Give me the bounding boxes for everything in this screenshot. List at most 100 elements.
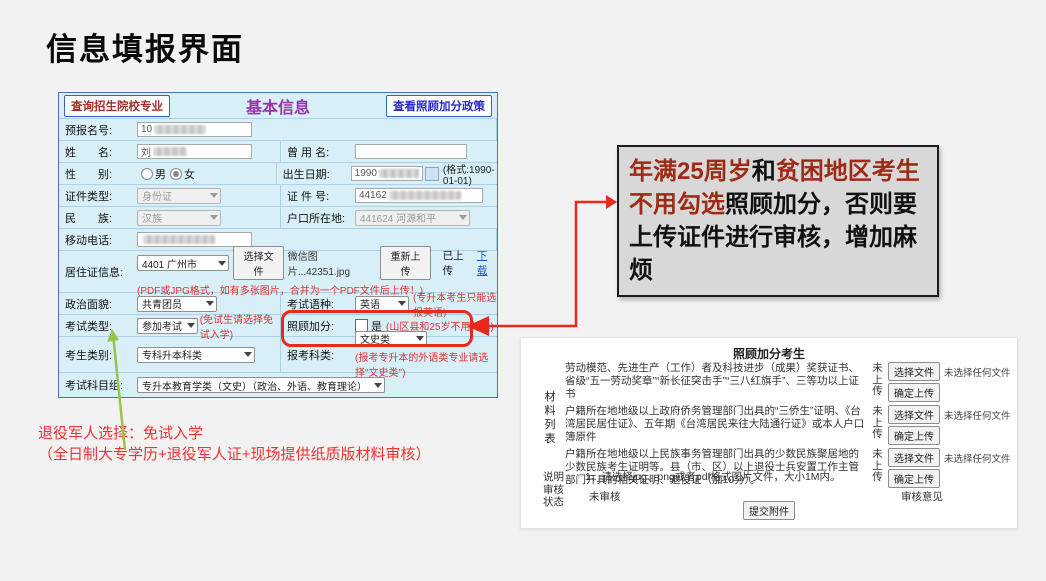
upload-status: 未上传 xyxy=(871,449,884,488)
upload-status: 未上传 xyxy=(871,406,884,445)
idtype-label: 证件类型: xyxy=(65,188,137,204)
examtype-hint: (免试生请选择免试入学) xyxy=(200,311,280,341)
idno-input[interactable]: 44162 xyxy=(355,188,483,203)
residence-city-select[interactable]: 4401 广州市 xyxy=(137,255,229,271)
idtype-select[interactable]: 身份证 xyxy=(137,188,221,204)
gender-label: 性 别: xyxy=(65,166,137,182)
subjectgroup-select[interactable]: 专升本教育学类（文史）（政治、外语、教育理论） xyxy=(137,377,385,393)
chevron-down-icon xyxy=(374,383,382,388)
panel-title: 照顾加分考生 xyxy=(521,345,1017,362)
material-list-label: 材料列表 xyxy=(543,390,557,446)
chevron-down-icon xyxy=(218,261,226,266)
callout-box: 年满25周岁和贫困地区考生不用勾选照顾加分，否则要上传证件进行审核，增加麻烦 xyxy=(617,145,939,297)
row-idtype-idno: 证件类型: 身份证 证 件 号: 44162 xyxy=(59,185,497,207)
upload-status: 未上传 xyxy=(871,363,884,402)
subjectgroup-label: 考试科目组: xyxy=(65,377,137,393)
idno-label: 证 件 号: xyxy=(287,188,355,204)
choose-file-button[interactable]: 选择文件 xyxy=(888,448,940,467)
panel-note-row: 说明 1、请选择jpg、png或者pdf格式图片文件，大小1M内。 xyxy=(543,469,841,484)
radio-male-label: 男 xyxy=(155,166,166,182)
residence-label: 居住证信息: xyxy=(65,264,137,280)
note-label: 说明 xyxy=(543,469,569,484)
radio-female-label: 女 xyxy=(184,166,195,182)
masked-value xyxy=(153,147,187,156)
phone-input[interactable] xyxy=(137,232,252,247)
basic-info-form: 基本信息 查询招生院校专业 查看照顾加分政策 预报名号: 10 姓 名: 刘 曾… xyxy=(58,92,498,398)
chevron-down-icon xyxy=(187,323,195,328)
former-name-input[interactable] xyxy=(355,144,467,159)
preid-label: 预报名号: xyxy=(65,122,137,138)
examtype-label: 考试类型: xyxy=(65,318,137,334)
bonus-highlight-circle xyxy=(281,310,473,347)
chevron-down-icon xyxy=(398,301,406,306)
ethnic-select[interactable]: 汉族 xyxy=(137,210,221,226)
radio-female[interactable] xyxy=(170,168,182,180)
view-bonus-policy-button[interactable]: 查看照顾加分政策 xyxy=(386,95,492,117)
veteran-note: 退役军人选择：免试入学 （全日制大专学历+退役军人证+现场提供纸质版材料审核） xyxy=(38,423,431,465)
confirm-upload-button[interactable]: 确定上传 xyxy=(888,469,940,488)
political-label: 政治面貌: xyxy=(65,296,137,312)
submit-attachment-button[interactable]: 提交附件 xyxy=(743,501,795,520)
residence-filename: 微信图片...42351.jpg xyxy=(288,248,377,278)
note-text: 1、请选择jpg、png或者pdf格式图片文件，大小1M内。 xyxy=(585,469,841,484)
choose-file-button[interactable]: 选择文件 xyxy=(233,246,283,280)
chevron-down-icon xyxy=(459,215,467,220)
material-item: 户籍所在地地级以上政府侨务管理部门出具的“三侨生”证明、《台湾居民居住证》、五年… xyxy=(565,405,1011,445)
birth-label: 出生日期: xyxy=(283,166,351,182)
bonus-candidate-panel: 照顾加分考生 材料列表 劳动模范、先进生产（工作）者及科技进步（成果）奖获证书、… xyxy=(520,337,1018,529)
examtype-select[interactable]: 参加考试 xyxy=(137,318,198,334)
masked-value xyxy=(154,125,206,134)
preid-input[interactable]: 10 xyxy=(137,122,252,137)
no-file-text: 未选择任何文件 xyxy=(944,451,1011,465)
row-ethnic-hukou: 民 族: 汉族 户口所在地: 441624 河源和平 xyxy=(59,207,497,229)
confirm-upload-button[interactable]: 确定上传 xyxy=(888,383,940,402)
hukou-select[interactable]: 441624 河源和平 xyxy=(355,210,470,226)
ethnic-label: 民 族: xyxy=(65,210,137,226)
row-preid: 预报名号: 10 xyxy=(59,119,497,141)
chevron-down-icon xyxy=(210,193,218,198)
political-select[interactable]: 共青团员 xyxy=(137,296,217,312)
chevron-down-icon xyxy=(244,352,252,357)
material-text: 劳动模范、先进生产（工作）者及科技进步（成果）奖获证书、省级“五一劳动奖章”“新… xyxy=(565,362,865,402)
no-file-text: 未选择任何文件 xyxy=(944,408,1011,422)
former-name-label: 曾 用 名: xyxy=(287,144,355,160)
callout-text: 和 xyxy=(752,158,776,185)
veteran-note-line2: （全日制大专学历+退役军人证+现场提供纸质版材料审核） xyxy=(38,444,431,465)
masked-value xyxy=(389,191,461,200)
reupload-button[interactable]: 重新上传 xyxy=(380,246,430,280)
callout-text-red: 年满25周岁 xyxy=(629,158,752,185)
calendar-icon[interactable] xyxy=(425,167,439,181)
page-title: 信息填报界面 xyxy=(46,24,244,69)
download-link[interactable]: 下载 xyxy=(477,248,497,278)
masked-value xyxy=(143,235,215,244)
chevron-down-icon xyxy=(206,301,214,306)
radio-male[interactable] xyxy=(141,168,153,180)
row-name: 姓 名: 刘 曾 用 名: xyxy=(59,141,497,163)
material-item: 劳动模范、先进生产（工作）者及科技进步（成果）奖获证书、省级“五一劳动奖章”“新… xyxy=(565,362,1011,402)
row-residence: 居住证信息: 4401 广州市 选择文件 微信图片...42351.jpg 重新… xyxy=(59,251,497,293)
subjectcat-label: 报考科类: xyxy=(287,347,355,363)
category-label: 考生类别: xyxy=(65,347,137,363)
chevron-down-icon xyxy=(210,215,218,220)
birth-format-hint: (格式:1990-01-01) xyxy=(443,161,497,187)
birth-input[interactable]: 1990 xyxy=(351,166,423,181)
confirm-upload-button[interactable]: 确定上传 xyxy=(888,426,940,445)
query-colleges-button[interactable]: 查询招生院校专业 xyxy=(64,95,170,117)
no-file-text: 未选择任何文件 xyxy=(944,365,1011,379)
masked-value xyxy=(379,169,419,178)
material-text: 户籍所在地地级以上政府侨务管理部门出具的“三侨生”证明、《台湾居民居住证》、五年… xyxy=(565,405,865,445)
audit-status-value: 未审核 xyxy=(589,489,621,504)
choose-file-button[interactable]: 选择文件 xyxy=(888,362,940,381)
red-connector-line xyxy=(486,202,608,326)
name-input[interactable]: 刘 xyxy=(137,144,252,159)
hukou-label: 户口所在地: xyxy=(287,210,355,226)
choose-file-button[interactable]: 选择文件 xyxy=(888,405,940,424)
form-header: 基本信息 查询招生院校专业 查看照顾加分政策 xyxy=(59,93,497,119)
uploaded-status: 已上传 xyxy=(443,248,473,278)
category-select[interactable]: 专科升本科类 xyxy=(137,347,255,363)
veteran-note-line1: 退役军人选择：免试入学 xyxy=(38,423,431,444)
red-arrowhead-right-icon xyxy=(606,195,617,209)
row-subjectgroup: 考试科目组: 专升本教育学类（文史）（政治、外语、教育理论） xyxy=(59,373,497,397)
name-label: 姓 名: xyxy=(65,144,137,160)
audit-status-label: 审核状态 xyxy=(543,484,567,508)
